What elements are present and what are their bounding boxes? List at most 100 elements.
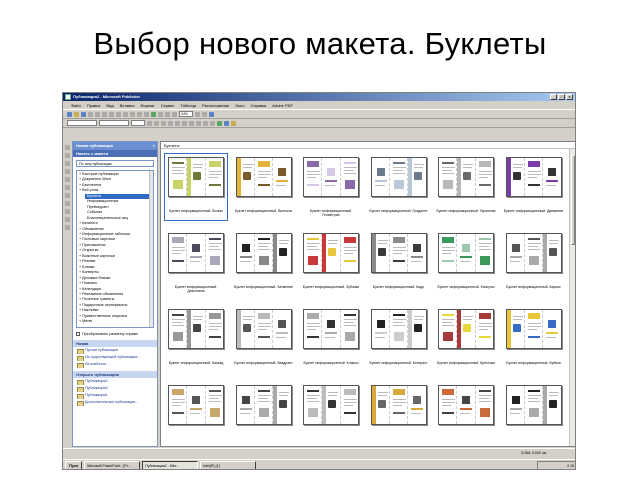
new-icon[interactable] xyxy=(67,111,72,117)
brochure-thumbnail[interactable] xyxy=(370,157,427,197)
maximize-button[interactable]: □ xyxy=(558,94,565,100)
rectangle-icon[interactable] xyxy=(64,209,70,214)
autoshapes-icon[interactable] xyxy=(64,217,70,222)
copy-icon[interactable] xyxy=(116,111,121,117)
font-size-select[interactable] xyxy=(131,120,145,126)
insert-table-icon[interactable] xyxy=(151,111,156,117)
menu-item[interactable]: Расположение xyxy=(202,103,229,108)
table-icon[interactable] xyxy=(64,161,70,166)
brochure-template[interactable]: Буклет информационный. Зубчики xyxy=(299,229,367,305)
menu-item[interactable]: Правка xyxy=(87,103,101,108)
brochure-thumbnail[interactable] xyxy=(303,385,359,425)
save-icon[interactable] xyxy=(81,111,86,117)
minimize-button[interactable]: _ xyxy=(550,94,557,100)
brochure-thumbnail[interactable] xyxy=(168,385,224,425)
brochure-template[interactable]: Буклет информационный. Гармония xyxy=(434,153,502,229)
brochure-template[interactable] xyxy=(434,381,502,446)
brochure-template[interactable]: Буклет информационный. Крестики xyxy=(434,305,502,381)
brochure-template[interactable] xyxy=(299,381,367,446)
brochure-template[interactable]: Буклет информационный. Квадрант xyxy=(232,305,300,381)
task-pane-link[interactable]: Из существующей публикации... xyxy=(73,354,157,361)
menu-item[interactable]: Файл xyxy=(71,103,81,108)
line-color-icon[interactable] xyxy=(224,120,229,126)
task-pane-link[interactable]: Публикация3 xyxy=(73,385,157,392)
menu-item[interactable]: Вид xyxy=(106,103,113,108)
paste-icon[interactable] xyxy=(123,111,128,117)
taskbar-task-button[interactable]: Microsoft PowerPoint - [Pr... xyxy=(84,461,141,469)
menu-item[interactable]: Формат xyxy=(140,103,154,108)
brochure-thumbnail[interactable] xyxy=(168,309,224,349)
brochure-thumbnail[interactable] xyxy=(303,233,359,273)
indent-icon[interactable] xyxy=(210,120,215,126)
task-pane-link[interactable]: Пустая публикация xyxy=(73,347,157,354)
spelling-icon[interactable] xyxy=(102,111,107,117)
line-icon[interactable] xyxy=(64,185,70,190)
start-button[interactable]: Пуск xyxy=(65,461,83,469)
taskbar-task-button[interactable]: Intel(R) [1] xyxy=(200,461,257,469)
cut-icon[interactable] xyxy=(109,111,114,117)
menu-item[interactable]: Вставка xyxy=(120,103,135,108)
gallery-scrollbar[interactable] xyxy=(569,149,575,446)
zoom-select[interactable]: 44% xyxy=(179,111,193,117)
brochure-thumbnail[interactable] xyxy=(438,157,494,197)
align-center-icon[interactable] xyxy=(175,120,180,126)
brochure-template[interactable]: Буклет информационный. Контраст xyxy=(367,305,435,381)
open-icon[interactable] xyxy=(74,111,79,117)
brochure-thumbnail[interactable] xyxy=(370,233,427,273)
brochure-thumbnail[interactable] xyxy=(370,309,427,349)
brochure-thumbnail[interactable] xyxy=(303,157,359,197)
fill-color-icon[interactable] xyxy=(217,120,222,126)
brochure-thumbnail[interactable] xyxy=(438,309,494,349)
convert-layout-checkbox[interactable]: Преобразовать разметку справа xyxy=(76,332,154,336)
brochure-template[interactable]: Буклет информационный. Затмение xyxy=(232,229,300,305)
brochure-template[interactable]: Буклет информационный. Диагональ xyxy=(164,229,232,305)
brochure-thumbnail[interactable] xyxy=(505,309,562,349)
close-button[interactable]: × xyxy=(566,94,573,100)
brochure-thumbnail[interactable] xyxy=(505,385,562,425)
brochure-thumbnail[interactable] xyxy=(303,309,359,349)
brochure-template[interactable]: Буклет информационный. Кубики xyxy=(502,305,570,381)
underline-icon[interactable] xyxy=(161,120,166,126)
wordart-icon[interactable] xyxy=(64,169,70,174)
brochure-template[interactable]: Буклет информационный. Каркас xyxy=(502,229,570,305)
brochure-template[interactable] xyxy=(502,381,570,446)
checkbox-box[interactable] xyxy=(76,332,80,336)
brochure-template[interactable] xyxy=(367,381,435,446)
task-pane-close-icon[interactable]: × xyxy=(153,142,155,150)
zoom-out-icon[interactable] xyxy=(195,111,200,117)
brochure-thumbnail[interactable] xyxy=(370,385,427,425)
brochure-thumbnail[interactable] xyxy=(438,233,494,273)
preview-icon[interactable] xyxy=(95,111,100,117)
brochure-template[interactable]: Буклет информационный. Кадр xyxy=(367,229,435,305)
brochure-template[interactable]: Буклет информационный. Кляксы xyxy=(299,305,367,381)
brochure-thumbnail[interactable] xyxy=(505,233,562,273)
brochure-thumbnail[interactable] xyxy=(505,157,562,197)
brochure-template[interactable] xyxy=(232,381,300,446)
menu-item[interactable]: Adobe PDF xyxy=(272,103,293,108)
scroll-thumb[interactable] xyxy=(571,155,575,245)
undo-icon[interactable] xyxy=(137,111,142,117)
align-left-icon[interactable] xyxy=(168,120,173,126)
menu-item[interactable]: Таблица xyxy=(180,103,196,108)
picture-icon[interactable] xyxy=(165,111,170,117)
font-color-icon[interactable] xyxy=(231,120,236,126)
brochure-thumbnail[interactable] xyxy=(168,233,224,273)
task-pane-link[interactable]: Публикация2 xyxy=(73,378,157,385)
numbering-icon[interactable] xyxy=(196,120,201,126)
task-pane-link[interactable]: Из шаблона... xyxy=(73,361,157,368)
style-select[interactable] xyxy=(67,120,97,126)
taskbar-task-button[interactable]: Публикация2 - Micr... xyxy=(142,461,199,469)
brochure-template[interactable]: Буклет информационный. Каскад xyxy=(164,305,232,381)
menu-item[interactable]: Сервис xyxy=(161,103,175,108)
brochure-template[interactable]: Буклет информационный. Волны xyxy=(164,153,232,229)
brochure-thumbnail[interactable] xyxy=(438,385,494,425)
text-box-icon[interactable] xyxy=(64,153,70,158)
oval-icon[interactable] xyxy=(64,201,70,206)
columns-icon[interactable] xyxy=(158,111,163,117)
task-pane-link[interactable]: Публикация1 xyxy=(73,392,157,399)
brochure-thumbnail[interactable] xyxy=(235,233,292,273)
brochure-template[interactable]: Буклет информационный. Градиент xyxy=(367,153,435,229)
picture-frame-icon[interactable] xyxy=(64,177,70,182)
bold-icon[interactable] xyxy=(147,120,152,126)
bullets-icon[interactable] xyxy=(203,120,208,126)
